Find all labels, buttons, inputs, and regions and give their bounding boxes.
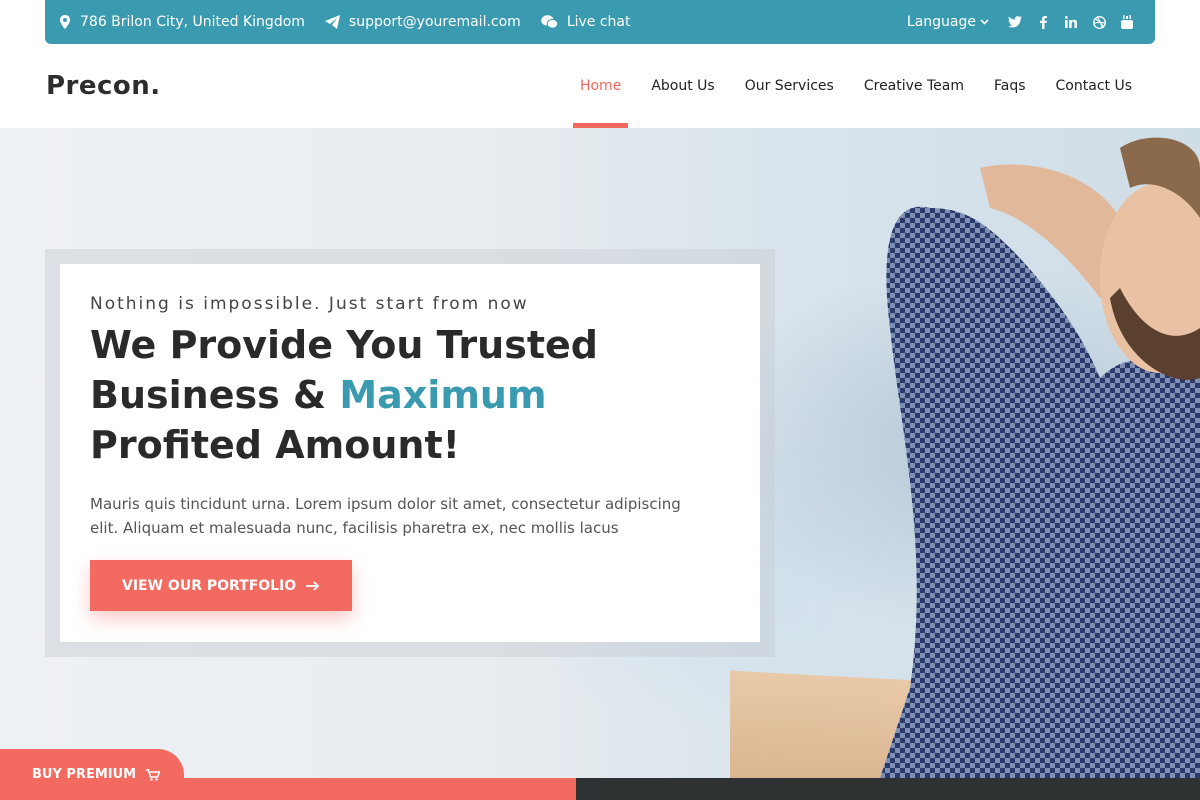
twitter-icon[interactable] [1001,12,1029,32]
chat-link[interactable]: Live chat [567,14,631,30]
buy-premium-label: BUY PREMIUM [32,767,137,782]
site-logo[interactable]: Precon. [46,71,161,101]
cart-icon [146,768,161,781]
hero-headline: We Provide You Trusted Business & Maximu… [90,320,710,470]
email-link[interactable]: support@youremail.com [349,14,521,30]
headline-part-2: Profited Amount! [90,423,460,467]
hero-section: Nothing is impossible. Just start from n… [0,128,1200,778]
headline-accent: Maximum [339,373,547,417]
wechat-icon [541,15,558,29]
hero-person-image [880,137,1200,778]
top-info-bar: 786 Brilon City, United Kingdom support@… [45,0,1155,44]
hero-card: Nothing is impossible. Just start from n… [60,264,760,642]
nav-item-label: Creative Team [863,78,964,94]
nav-item-label: Our Services [744,78,834,94]
paper-plane-icon [324,15,340,29]
nav-item-our-services[interactable]: Our Services [730,44,849,128]
main-menu: Home About Us Our Services Creative Team… [565,44,1147,128]
chat-item[interactable]: Live chat [541,14,631,30]
dribbble-icon[interactable] [1085,12,1113,32]
view-portfolio-button[interactable]: VIEW OUR PORTFOLIO [90,560,353,611]
email-item[interactable]: support@youremail.com [324,14,521,30]
address-item: 786 Brilon City, United Kingdom [59,14,305,30]
hero-description: Mauris quis tincidunt urna. Lorem ipsum … [90,495,681,537]
nav-item-label: Contact Us [1055,78,1132,94]
nav-item-label: About Us [651,78,715,94]
youtube-icon[interactable] [1113,12,1141,32]
nav-item-label: Home [579,78,622,94]
cta-label: VIEW OUR PORTFOLIO [122,577,297,594]
language-dropdown[interactable]: Language [907,14,989,30]
main-navbar: Precon. Home About Us Our Services Creat… [0,44,1200,128]
chevron-down-icon [980,19,989,25]
language-label: Language [906,14,976,30]
nav-item-label: Faqs [994,78,1026,94]
arrow-right-icon [306,580,320,591]
nav-item-home[interactable]: Home [565,44,636,128]
buy-premium-button[interactable]: BUY PREMIUM [0,749,184,800]
nav-item-faqs[interactable]: Faqs [979,44,1041,128]
map-pin-icon [60,15,70,29]
address-text: 786 Brilon City, United Kingdom [80,14,305,30]
nav-item-about-us[interactable]: About Us [636,44,729,128]
nav-item-creative-team[interactable]: Creative Team [849,44,979,128]
nav-item-contact-us[interactable]: Contact Us [1041,44,1147,128]
hero-kicker: Nothing is impossible. Just start from n… [90,294,529,314]
facebook-icon[interactable] [1029,12,1057,32]
bottom-strip-dark [576,778,1200,800]
linkedin-icon[interactable] [1057,12,1085,32]
